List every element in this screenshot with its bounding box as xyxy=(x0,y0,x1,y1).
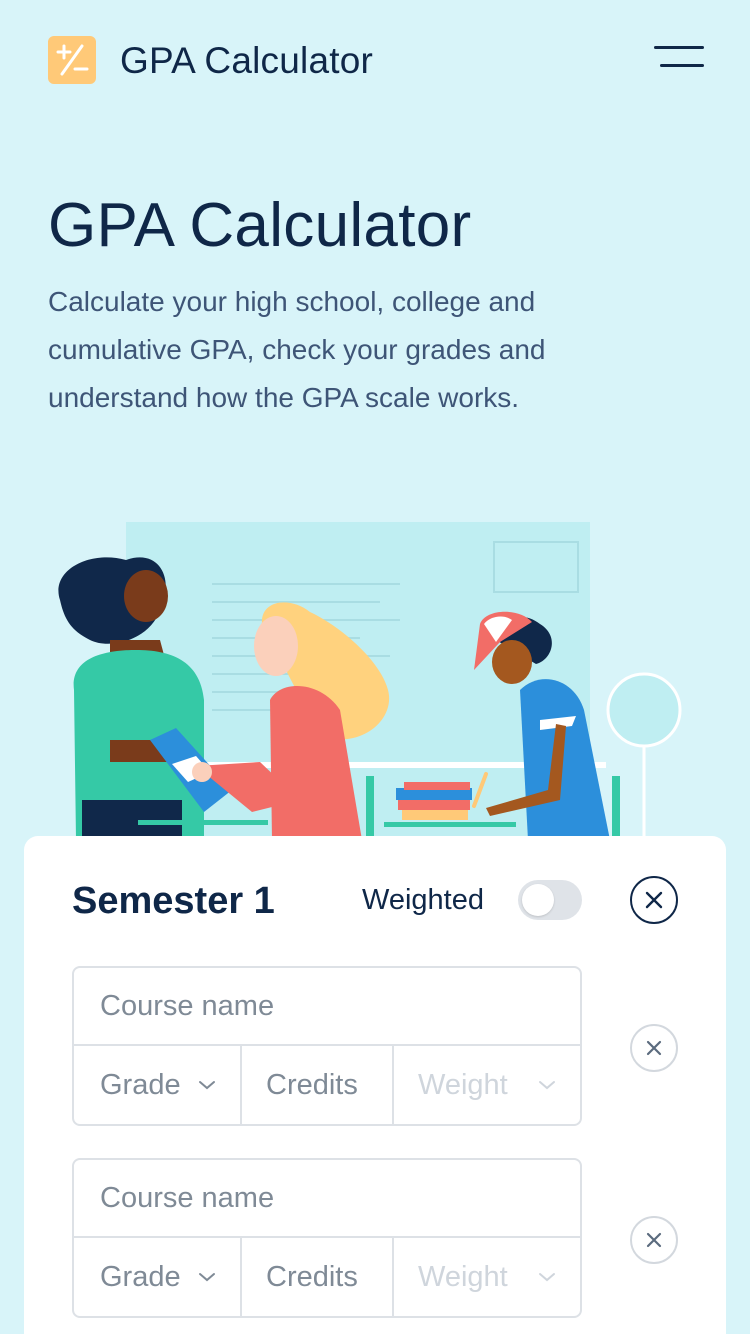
top-bar: GPA Calculator xyxy=(0,0,750,124)
remove-course-button[interactable] xyxy=(630,1216,678,1264)
close-icon xyxy=(645,891,663,909)
course-name-input[interactable] xyxy=(74,968,580,1046)
close-icon xyxy=(646,1040,662,1056)
course-row: Grade Credits Weight xyxy=(72,1158,582,1318)
weighted-toggle[interactable] xyxy=(518,880,582,920)
weight-select[interactable]: Weight xyxy=(394,1238,580,1316)
close-icon xyxy=(646,1232,662,1248)
chevron-down-icon xyxy=(539,1273,555,1282)
credits-input[interactable]: Credits xyxy=(242,1046,394,1124)
grade-label: Grade xyxy=(100,1069,181,1101)
page-title: GPA Calculator xyxy=(48,191,472,260)
credits-label: Credits xyxy=(266,1069,358,1101)
grade-select[interactable]: Grade xyxy=(74,1046,242,1124)
weight-select[interactable]: Weight xyxy=(394,1046,580,1124)
page-description: Calculate your high school, college and … xyxy=(48,286,546,413)
credits-input[interactable]: Credits xyxy=(242,1238,394,1316)
course-name-input[interactable] xyxy=(74,1160,580,1238)
remove-semester-button[interactable] xyxy=(630,876,678,924)
grade-label: Grade xyxy=(100,1261,181,1293)
plus-minus-icon[interactable] xyxy=(48,36,96,84)
weighted-label: Weighted xyxy=(362,884,484,916)
app-title[interactable]: GPA Calculator xyxy=(120,40,373,82)
course-row: Grade Credits Weight xyxy=(72,966,582,1126)
grade-select[interactable]: Grade xyxy=(74,1238,242,1316)
chevron-down-icon xyxy=(199,1273,215,1282)
chevron-down-icon xyxy=(199,1081,215,1090)
semester-title[interactable]: Semester 1 xyxy=(72,880,275,923)
semester-card: Semester 1 Weighted Grade Credits Weight xyxy=(24,836,726,1334)
page: GPA Calculator GPA Calculator Calculate … xyxy=(0,0,750,1334)
weight-label: Weight xyxy=(418,1069,508,1101)
hamburger-menu-icon[interactable] xyxy=(652,44,704,72)
students-illustration xyxy=(58,522,682,840)
weight-label: Weight xyxy=(418,1261,508,1293)
chevron-down-icon xyxy=(539,1081,555,1090)
toggle-knob xyxy=(522,884,554,916)
remove-course-button[interactable] xyxy=(630,1024,678,1072)
credits-label: Credits xyxy=(266,1261,358,1293)
